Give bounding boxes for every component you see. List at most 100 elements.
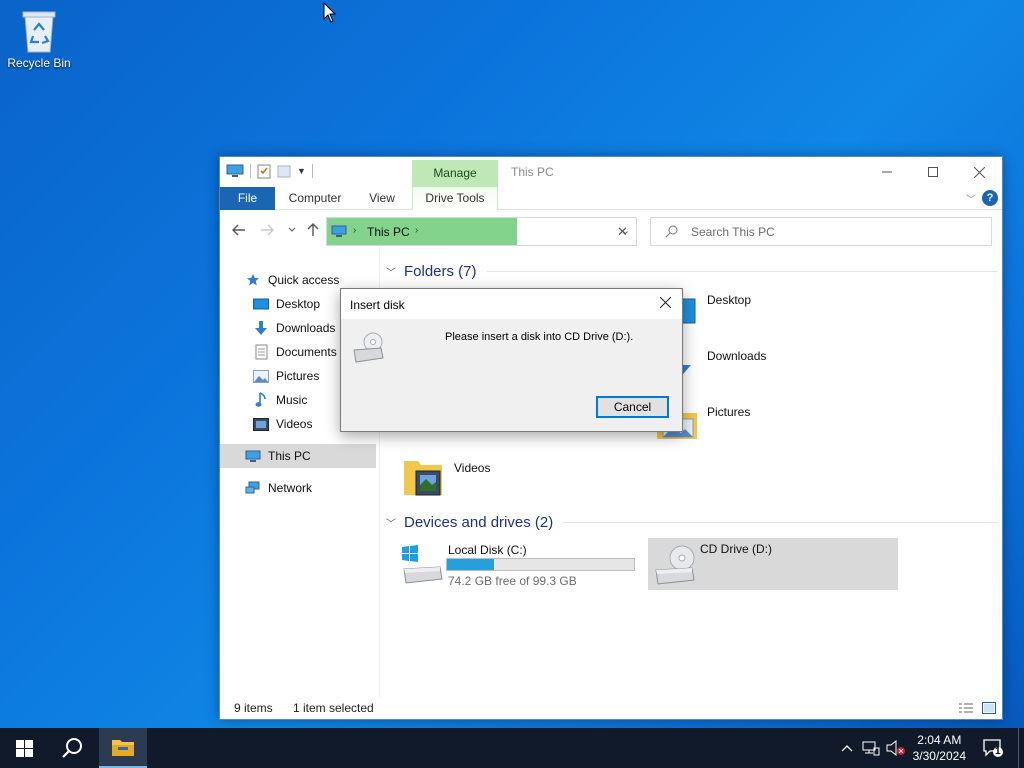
customize-qat-chevron-icon[interactable]: ▼ — [297, 166, 306, 176]
cancel-button[interactable]: Cancel — [596, 396, 669, 418]
windows-logo-icon — [15, 739, 33, 757]
close-icon — [659, 296, 671, 309]
tab-view[interactable]: View — [360, 187, 404, 210]
insert-disk-dialog: Insert disk Please insert a disk into CD… — [340, 288, 683, 432]
show-desktop-button[interactable] — [1018, 728, 1024, 768]
notification-count-badge: 1 — [995, 746, 1001, 757]
breadcrumb-this-pc[interactable]: This PC — [367, 225, 410, 239]
network-icon — [862, 741, 880, 756]
cd-drive-icon — [353, 332, 384, 363]
network-tray-button[interactable] — [860, 728, 882, 768]
chevron-down-icon: ﹀ — [386, 268, 396, 279]
show-hidden-icons-button[interactable] — [838, 728, 856, 768]
search-icon — [62, 738, 82, 758]
this-pc-icon — [244, 448, 262, 464]
volume-tray-button[interactable] — [884, 728, 908, 768]
clear-address-button[interactable]: ✕ — [609, 217, 637, 246]
music-note-icon — [252, 392, 270, 408]
sidebar-item-label: Documents — [276, 345, 337, 359]
pictures-icon — [252, 368, 270, 384]
computer-icon — [226, 164, 244, 177]
ribbon-tabs: File Computer View Drive Tools — [220, 187, 1002, 210]
sidebar-item-label: Network — [268, 481, 313, 495]
recent-locations-chevron-icon[interactable] — [288, 227, 296, 233]
sidebar-item-label: Music — [276, 393, 308, 407]
network-icon — [244, 480, 262, 496]
recycle-bin-desktop-icon[interactable]: Recycle Bin — [4, 8, 74, 70]
dialog-close-button[interactable] — [648, 289, 682, 319]
this-pc-icon — [331, 225, 347, 237]
help-icon[interactable]: ? — [982, 190, 998, 206]
star-icon — [244, 272, 262, 288]
videos-icon — [252, 416, 270, 432]
videos-folder-icon — [404, 461, 442, 496]
address-row: › This PC › ⌄ ✕ Search This PC — [220, 215, 1002, 247]
sidebar-item-this-pc[interactable]: This PC — [220, 444, 376, 468]
dialog-title: Insert disk — [350, 298, 405, 312]
minimize-button[interactable] — [864, 157, 910, 187]
folders-group-header[interactable]: ﹀ Folders (7) — [386, 263, 998, 280]
drive-name: CD Drive (D:) — [700, 542, 772, 556]
dialog-message: Please insert a disk into CD Drive (D:). — [445, 331, 634, 343]
forward-arrow-icon[interactable] — [260, 223, 274, 237]
tab-drive-tools[interactable]: Drive Tools — [412, 187, 498, 210]
toolbar-divider — [311, 164, 313, 178]
breadcrumb-separator-icon[interactable]: › — [353, 225, 356, 236]
sidebar-item-label: Downloads — [276, 321, 336, 335]
new-folder-icon[interactable] — [277, 164, 291, 178]
details-view-icon[interactable] — [958, 702, 974, 714]
back-arrow-icon[interactable] — [232, 223, 246, 237]
maximize-button[interactable] — [910, 157, 956, 187]
desktop-folder-icon — [252, 296, 270, 312]
folder-tile-label: Videos — [454, 461, 491, 475]
recycle-bin-icon — [22, 11, 56, 53]
start-button[interactable] — [0, 728, 48, 768]
breadcrumb-separator-icon[interactable]: › — [415, 225, 418, 236]
drive-tile-cd-drive[interactable]: CD Drive (D:) — [648, 538, 898, 590]
tab-file[interactable]: File — [220, 187, 275, 210]
address-bar[interactable]: › This PC › ⌄ — [326, 217, 637, 246]
file-explorer-taskbar-button[interactable] — [99, 728, 147, 768]
search-icon — [665, 225, 678, 238]
search-button[interactable] — [48, 728, 96, 768]
large-icons-view-icon[interactable] — [982, 702, 996, 714]
folder-tile-label: Downloads — [707, 349, 767, 363]
minimize-icon — [882, 171, 892, 173]
sidebar-item-label: Desktop — [276, 297, 321, 311]
group-divider — [563, 522, 998, 523]
expand-ribbon-chevron-icon[interactable]: ﹀ — [966, 191, 976, 206]
tab-computer[interactable]: Computer — [282, 187, 348, 210]
dialog-title-bar: Insert disk — [341, 289, 682, 319]
action-center-button[interactable]: 1 — [978, 728, 1008, 768]
properties-icon[interactable] — [257, 163, 271, 179]
chevron-down-icon: ﹀ — [386, 519, 396, 530]
file-explorer-window: ▼ Manage This PC File Computer View Driv… — [219, 156, 1003, 720]
drive-usage-bar — [446, 558, 635, 571]
windows-drive-icon — [402, 545, 443, 584]
search-input[interactable]: Search This PC — [650, 217, 992, 246]
toolbar-divider — [250, 164, 251, 178]
quick-access-toolbar: ▼ — [226, 163, 313, 179]
maximize-icon — [928, 167, 938, 177]
status-selection-count: 1 item selected — [293, 701, 374, 715]
clock-time: 2:04 AM — [917, 733, 962, 747]
mouse-pointer-icon — [323, 2, 337, 23]
sidebar-item-label: Videos — [276, 417, 313, 431]
chevron-up-icon — [841, 745, 853, 752]
sidebar-item-network[interactable]: Network — [220, 476, 376, 500]
folder-tile-label: Desktop — [707, 293, 752, 307]
recycle-bin-label: Recycle Bin — [7, 56, 71, 70]
clock-date: 3/30/2024 — [912, 749, 966, 763]
clock[interactable]: 2:04 AM 3/30/2024 — [913, 732, 966, 764]
sidebar-item-label: Pictures — [276, 369, 320, 383]
up-arrow-icon[interactable] — [306, 223, 320, 237]
drive-tile-local-disk[interactable]: Local Disk (C:) 74.2 GB free of 99.3 GB — [396, 539, 640, 589]
folder-tile-videos[interactable]: Videos — [402, 455, 490, 499]
manage-contextual-tab[interactable]: Manage — [412, 160, 498, 187]
close-button[interactable] — [956, 157, 1002, 187]
sidebar-item-label: Quick access — [268, 273, 340, 287]
folders-group-title: Folders (7) — [404, 263, 477, 280]
file-explorer-icon — [112, 740, 134, 756]
devices-group-header[interactable]: ﹀ Devices and drives (2) — [386, 514, 998, 531]
drive-usage-fill — [447, 559, 495, 570]
